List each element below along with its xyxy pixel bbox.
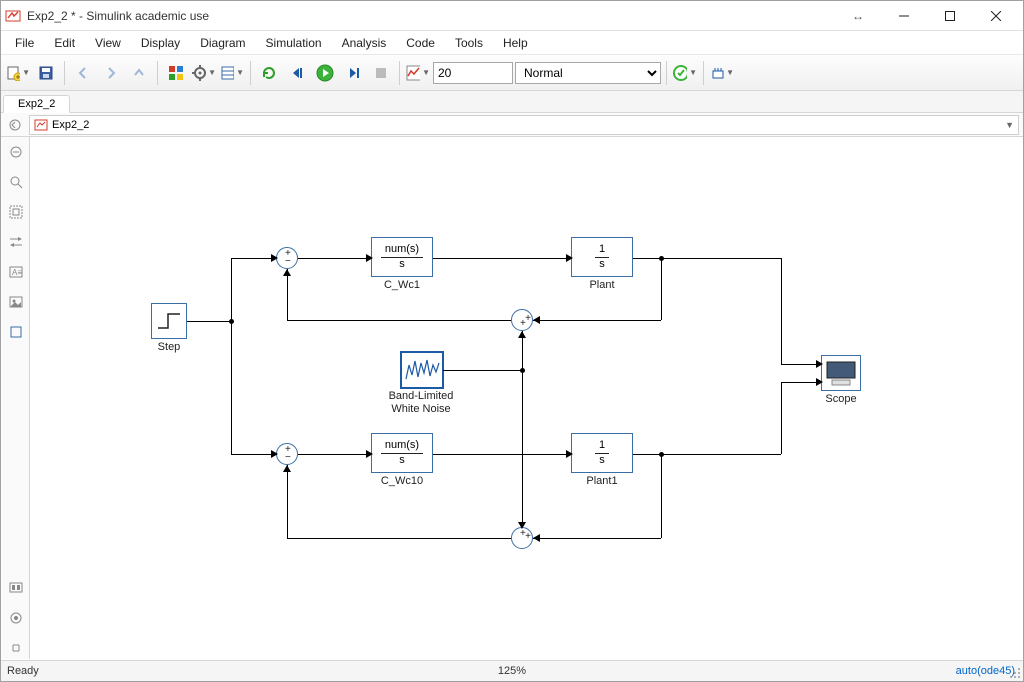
tf-num: num(s) xyxy=(381,243,423,257)
model-advisor-button[interactable]: ▼ xyxy=(672,60,698,86)
menu-simulation[interactable]: Simulation xyxy=(256,33,332,53)
toolbar-separator xyxy=(399,61,400,85)
menu-bar: File Edit View Display Diagram Simulatio… xyxy=(1,31,1023,55)
close-button[interactable] xyxy=(973,1,1019,31)
menu-help[interactable]: Help xyxy=(493,33,538,53)
tf-den: s xyxy=(595,258,609,271)
block-sum-top[interactable]: + − xyxy=(276,247,298,269)
block-label-plant1: Plant1 xyxy=(571,475,633,487)
area-icon[interactable] xyxy=(5,321,27,343)
simulation-stop-time-input[interactable] xyxy=(433,62,513,84)
save-button[interactable] xyxy=(33,60,59,86)
toolbar-separator xyxy=(666,61,667,85)
expand-panel-icon[interactable] xyxy=(5,637,27,659)
toggle-perspectives-icon[interactable] xyxy=(5,231,27,253)
simulation-mode-select[interactable]: Normal xyxy=(515,62,661,84)
up-button[interactable] xyxy=(126,60,152,86)
image-icon[interactable] xyxy=(5,291,27,313)
model-icon xyxy=(34,118,48,132)
run-button[interactable] xyxy=(312,60,338,86)
library-browser-button[interactable] xyxy=(163,60,189,86)
menu-edit[interactable]: Edit xyxy=(44,33,85,53)
block-plant[interactable]: 1 s xyxy=(571,237,633,277)
tf-num: 1 xyxy=(595,439,609,453)
fast-restart-button[interactable] xyxy=(256,60,282,86)
maximize-button[interactable] xyxy=(927,1,973,31)
resize-grip-icon[interactable] xyxy=(1009,667,1021,679)
block-band-limited-white-noise[interactable] xyxy=(401,352,443,388)
tf-den: s xyxy=(395,454,409,467)
fit-to-view-icon[interactable] xyxy=(5,201,27,223)
block-label-noise: Band-Limited White Noise xyxy=(377,390,465,416)
status-bar: Ready 125% auto(ode45) xyxy=(1,660,1023,681)
menu-analysis[interactable]: Analysis xyxy=(332,33,397,53)
tf-num: 1 xyxy=(595,243,609,257)
model-tab[interactable]: Exp2_2 xyxy=(3,95,70,113)
toolbar-separator xyxy=(157,61,158,85)
forward-button[interactable] xyxy=(98,60,124,86)
resize-icon: ↔ xyxy=(835,9,881,23)
palette-sidebar: A≡ xyxy=(2,137,30,659)
model-canvas[interactable]: Step + − + − num(s) s C_Wc1 1 s Plant nu… xyxy=(31,137,1021,659)
stop-button[interactable] xyxy=(368,60,394,86)
menu-view[interactable]: View xyxy=(85,33,131,53)
step-forward-button[interactable] xyxy=(340,60,366,86)
zoom-icon[interactable] xyxy=(5,171,27,193)
block-label-scope: Scope xyxy=(821,393,861,405)
status-text: Ready xyxy=(1,665,45,677)
hide-browser-icon[interactable] xyxy=(5,141,27,163)
simulink-icon xyxy=(5,8,21,24)
model-explorer-button[interactable]: ▼ xyxy=(219,60,245,86)
minimize-button[interactable] xyxy=(881,1,927,31)
menu-display[interactable]: Display xyxy=(131,33,190,53)
viewmark-icon[interactable] xyxy=(5,577,27,599)
block-sum-noise-bottom[interactable]: + + xyxy=(511,527,533,549)
document-tabstrip: Exp2_2 xyxy=(1,91,1023,113)
menu-diagram[interactable]: Diagram xyxy=(190,33,255,53)
block-label-step: Step xyxy=(151,341,187,353)
block-c-wc10[interactable]: num(s) s xyxy=(371,433,433,473)
data-record-icon[interactable] xyxy=(5,607,27,629)
menu-tools[interactable]: Tools xyxy=(445,33,493,53)
block-label-plant: Plant xyxy=(571,279,633,291)
block-sum-bottom[interactable]: + − xyxy=(276,443,298,465)
menu-code[interactable]: Code xyxy=(396,33,445,53)
step-back-button[interactable] xyxy=(284,60,310,86)
new-model-button[interactable]: ▼ xyxy=(5,60,31,86)
block-sum-noise-top[interactable]: + + xyxy=(511,309,533,331)
tf-num: num(s) xyxy=(381,439,423,453)
block-scope[interactable] xyxy=(821,355,861,391)
block-label-c-wc10: C_Wc10 xyxy=(371,475,433,487)
back-button[interactable] xyxy=(70,60,96,86)
block-plant1[interactable]: 1 s xyxy=(571,433,633,473)
breadcrumb-bar: Exp2_2 ▼ xyxy=(1,113,1023,137)
toolbar-separator xyxy=(703,61,704,85)
svg-text:A≡: A≡ xyxy=(12,268,22,277)
block-label-c-wc1: C_Wc1 xyxy=(371,279,433,291)
tf-den: s xyxy=(395,258,409,271)
model-config-button[interactable]: ▼ xyxy=(191,60,217,86)
toolbar-separator xyxy=(64,61,65,85)
chevron-down-icon[interactable]: ▼ xyxy=(1005,120,1014,130)
annotation-icon[interactable]: A≡ xyxy=(5,261,27,283)
tf-den: s xyxy=(595,454,609,467)
toolbar-separator xyxy=(250,61,251,85)
build-button[interactable]: ▼ xyxy=(709,60,735,86)
title-bar: Exp2_2 * - Simulink academic use ↔ xyxy=(1,1,1023,31)
zoom-level[interactable]: 125% xyxy=(498,665,526,677)
history-back-icon[interactable] xyxy=(5,115,25,135)
block-step[interactable] xyxy=(151,303,187,339)
toolbar: ▼ ▼ ▼ ▼ Normal ▼ ▼ xyxy=(1,55,1023,91)
menu-file[interactable]: File xyxy=(5,33,44,53)
breadcrumb-model-name: Exp2_2 xyxy=(52,119,89,131)
window-title: Exp2_2 * - Simulink academic use xyxy=(27,9,835,23)
data-inspector-button[interactable]: ▼ xyxy=(405,60,431,86)
breadcrumb-path[interactable]: Exp2_2 ▼ xyxy=(29,115,1019,135)
block-c-wc1[interactable]: num(s) s xyxy=(371,237,433,277)
